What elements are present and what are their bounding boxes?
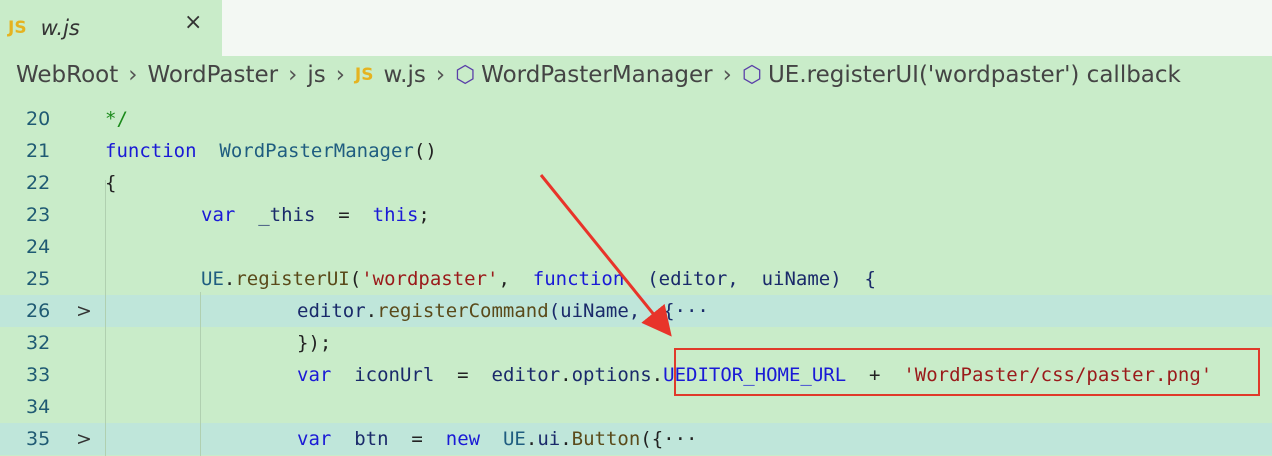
annotation-arrow [539,174,672,337]
